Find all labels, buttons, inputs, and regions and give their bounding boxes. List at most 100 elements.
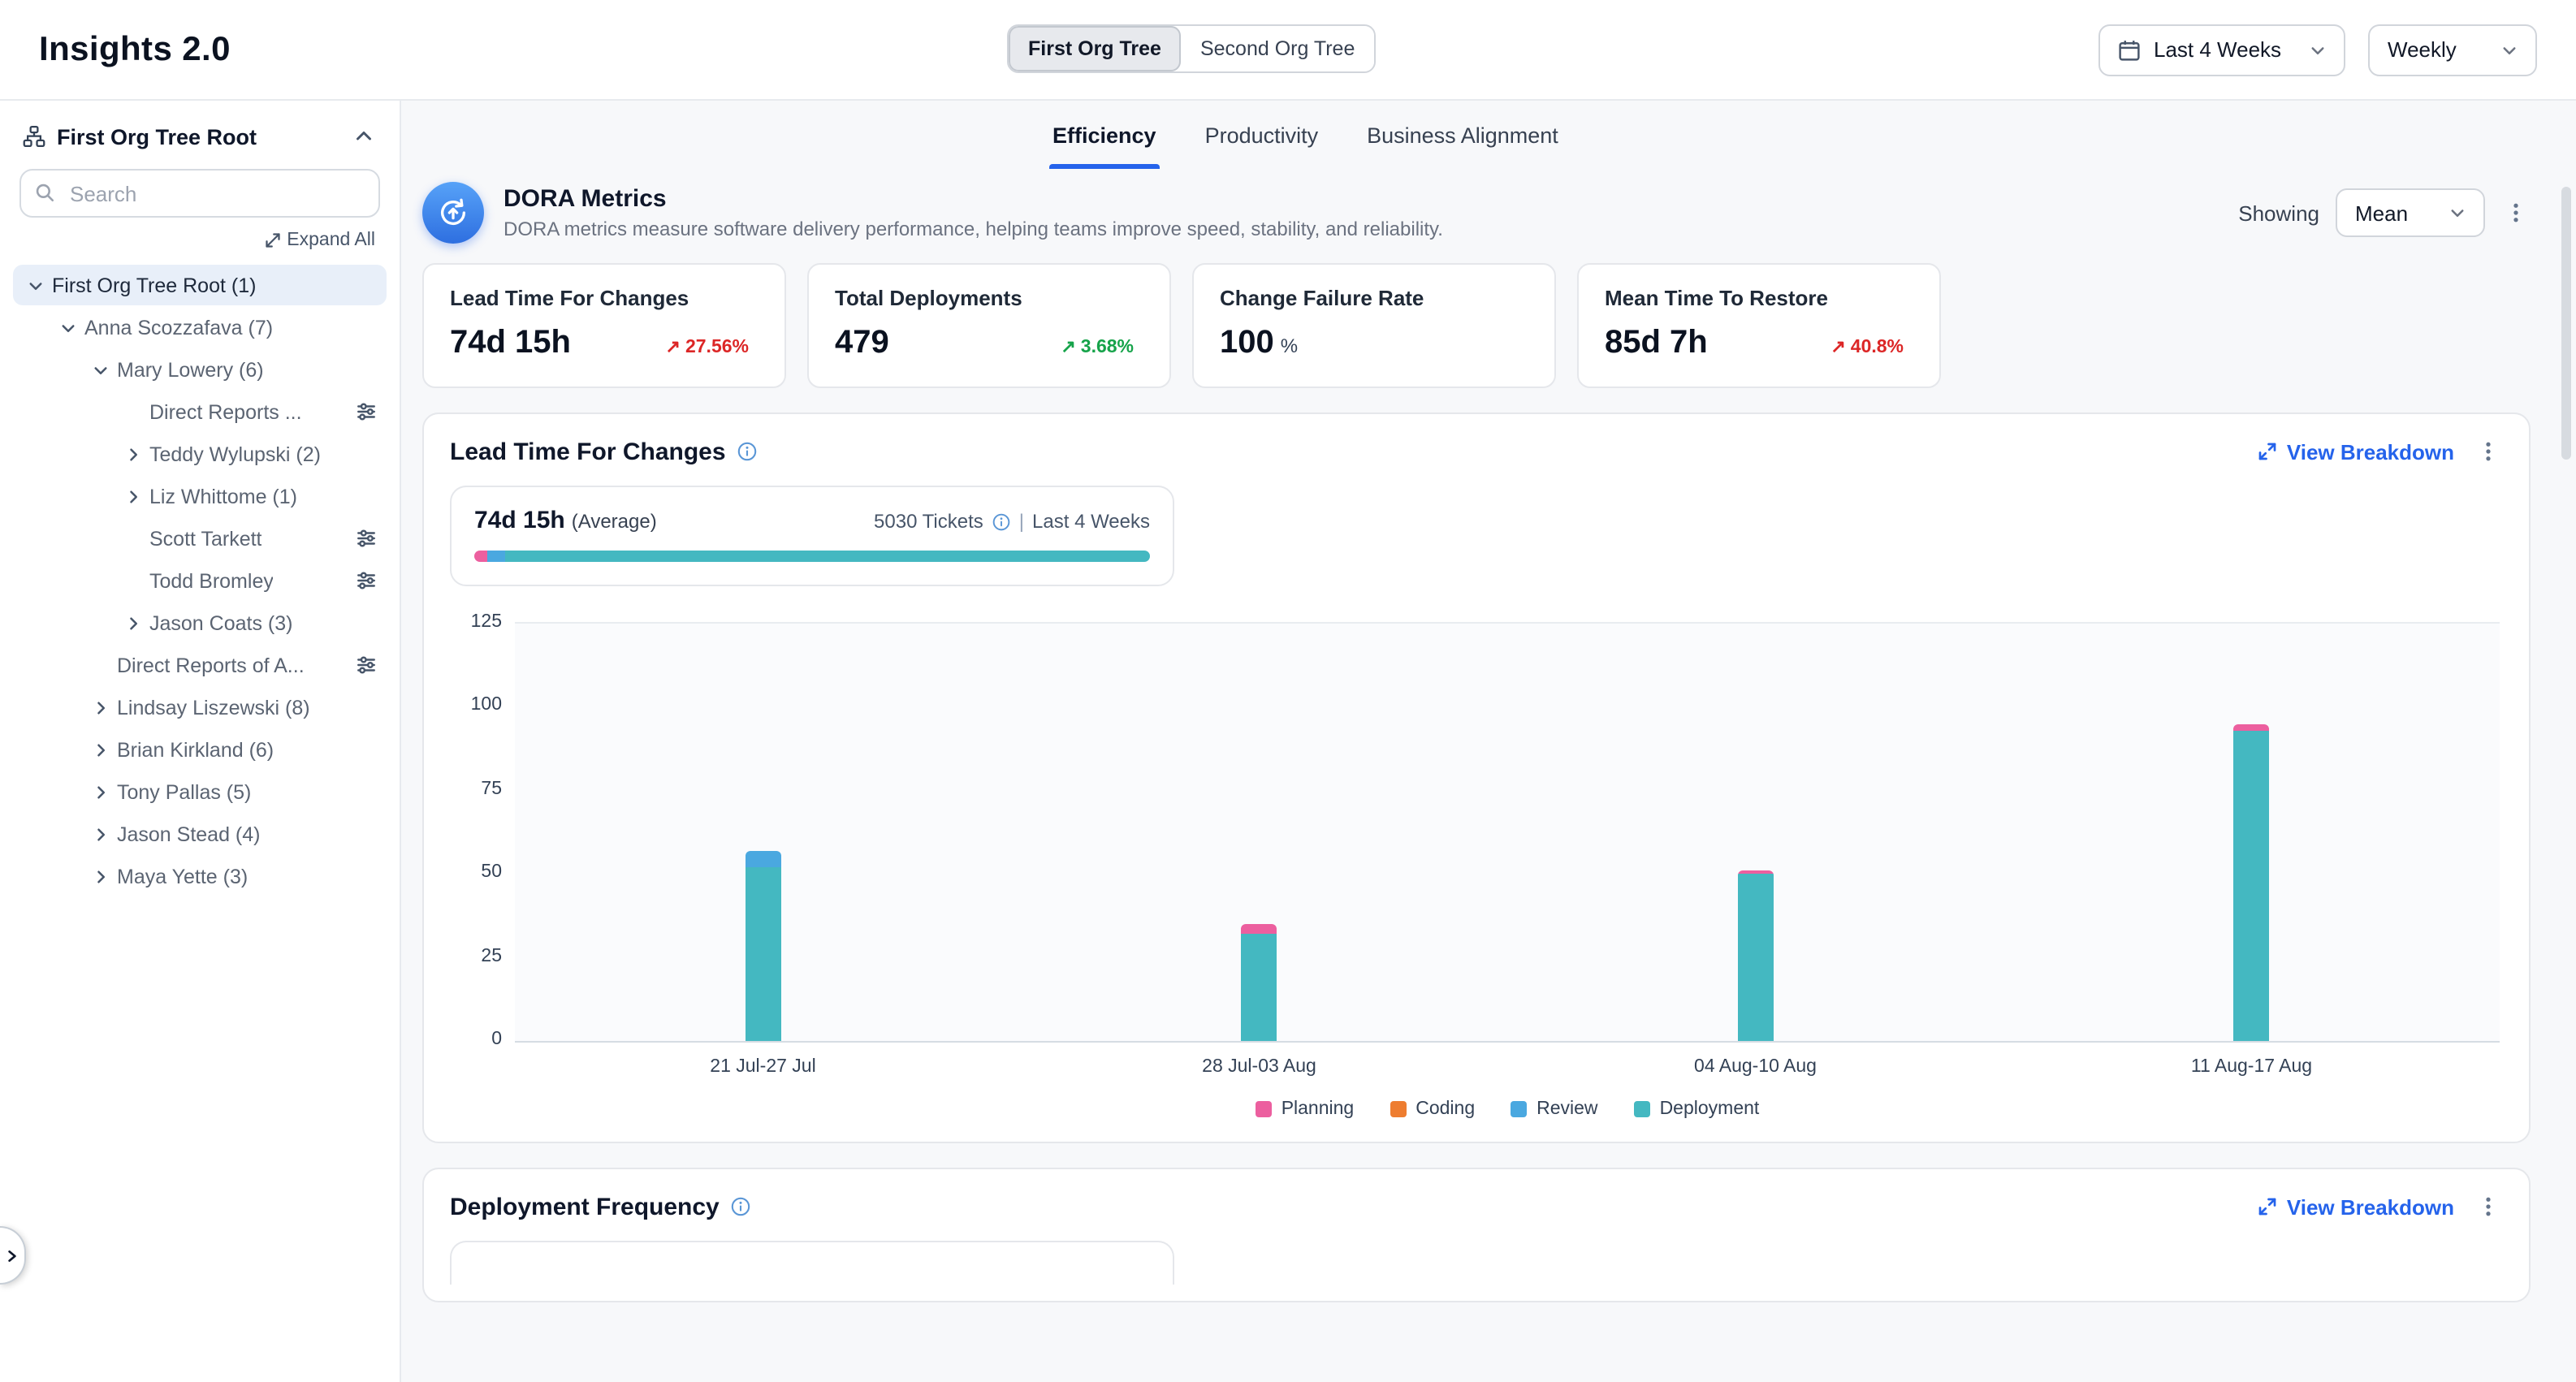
bar-segment-deployment[interactable] [1738,874,1774,1041]
bar-segment-deployment[interactable] [2234,731,2270,1041]
chevron-right-icon[interactable] [88,822,112,846]
topbar-controls: Last 4 Weeks Weekly [2098,24,2537,76]
metric-delta-value: 27.56% [685,338,749,357]
metric-delta: ↗27.56% [666,336,749,357]
search-input[interactable] [19,169,380,218]
tree-item-lindsay-liszewski-8[interactable]: Lindsay Liszewski (8) [13,687,387,728]
search-box [19,169,380,218]
toggle-first-org-tree[interactable]: First Org Tree [1009,26,1181,71]
metric-title: Lead Time For Changes [450,286,759,310]
panel-actions: View Breakdown [2258,1192,2503,1221]
metric-value: 100 [1220,325,1274,362]
kebab-menu-icon[interactable] [2474,437,2503,466]
panel-header: Lead Time For Changes View Breakdown [450,437,2503,466]
legend-swatch [1390,1101,1406,1117]
metric-value: 85d 7h [1605,325,1708,362]
kebab-menu-icon[interactable] [2474,1192,2503,1221]
chevron-right-icon[interactable] [120,484,145,508]
tab-productivity[interactable]: Productivity [1202,101,1322,169]
legend-label: Review [1537,1099,1597,1119]
bar-segment-review[interactable] [746,851,781,868]
tree-item-label: Teddy Wylupski (2) [149,443,321,465]
bar-21-jul-27-jul[interactable] [746,851,781,1041]
view-breakdown-link[interactable]: View Breakdown [2258,1194,2454,1219]
tree-item-brian-kirkland-6[interactable]: Brian Kirkland (6) [13,729,387,770]
chevron-right-icon[interactable] [88,864,112,888]
tab-business-alignment[interactable]: Business Alignment [1364,101,1562,169]
bar-04-aug-10-aug[interactable] [1738,870,1774,1041]
sidebar-collapse-button[interactable] [351,123,377,149]
chevron-right-icon[interactable] [120,611,145,635]
kebab-menu-icon[interactable] [2501,198,2531,227]
page-title: Insights 2.0 [39,30,231,69]
indent-spacer [120,526,145,551]
bar-11-aug-17-aug[interactable] [2234,723,2270,1041]
tab-efficiency[interactable]: Efficiency [1049,101,1160,169]
filter-icon[interactable] [356,401,377,422]
chevron-down-icon [2501,41,2518,58]
filter-icon[interactable] [356,528,377,549]
metric-value: 479 [835,325,889,362]
tree-item-first-org-tree-root-1[interactable]: First Org Tree Root (1) [13,265,387,305]
y-tick-label: 75 [481,780,502,799]
app-window: Insights 2.0 First Org TreeSecond Org Tr… [0,0,2576,1382]
chevron-right-icon[interactable] [120,442,145,466]
expand-icon [2258,442,2277,461]
legend-item-deployment[interactable]: Deployment [1634,1099,1760,1119]
chevron-right-icon[interactable] [88,695,112,719]
legend-item-review[interactable]: Review [1511,1099,1597,1119]
summary-meta: 5030 Tickets | Last 4 Weeks [874,510,1150,533]
bar-segment-planning[interactable] [1242,924,1277,934]
tree-item-todd-bromley[interactable]: Todd Bromley [13,560,387,601]
tree-item-anna-scozzafava-7[interactable]: Anna Scozzafava (7) [13,307,387,348]
tree-item-maya-yette-3[interactable]: Maya Yette (3) [13,856,387,896]
info-icon[interactable] [737,442,757,461]
y-tick-label: 0 [491,1030,502,1049]
tree-item-direct-reports[interactable]: Direct Reports ... [13,391,387,432]
phase-distribution-bar [474,551,1150,562]
bar-segment-deployment[interactable] [1242,934,1277,1041]
trend-up-icon: ↗ [1830,336,1845,357]
legend-item-coding[interactable]: Coding [1390,1099,1475,1119]
chevron-right-icon[interactable] [88,737,112,762]
chevron-down-icon[interactable] [23,273,47,297]
date-range-select[interactable]: Last 4 Weeks [2098,24,2345,76]
info-icon[interactable] [731,1197,750,1216]
granularity-value: Weekly [2388,37,2488,62]
toggle-second-org-tree[interactable]: Second Org Tree [1181,26,1374,71]
info-icon[interactable] [993,512,1011,530]
filter-icon[interactable] [356,654,377,676]
dora-metrics-icon [422,182,484,244]
phase-segment-planning [474,551,488,562]
metric-cards: Lead Time For Changes74d 15h↗27.56%Total… [422,263,2531,388]
tree-item-mary-lowery-6[interactable]: Mary Lowery (6) [13,349,387,390]
aggregation-select[interactable]: Mean [2336,188,2485,237]
granularity-select[interactable]: Weekly [2368,24,2537,76]
chevron-right-icon[interactable] [88,780,112,804]
metric-value-row: 85d 7h ↗40.8% [1605,325,1913,362]
chevron-down-icon[interactable] [88,357,112,382]
tree-item-jason-stead-4[interactable]: Jason Stead (4) [13,814,387,854]
tree-item-label: Maya Yette (3) [117,865,248,888]
bar-28-jul-03-aug[interactable] [1242,924,1277,1041]
tree-item-tony-pallas-5[interactable]: Tony Pallas (5) [13,771,387,812]
tree-item-teddy-wylupski-2[interactable]: Teddy Wylupski (2) [13,434,387,474]
tree-item-jason-coats-3[interactable]: Jason Coats (3) [13,602,387,643]
tree-item-liz-whittome-1[interactable]: Liz Whittome (1) [13,476,387,516]
expand-all-button[interactable]: Expand All [264,231,375,250]
metric-card-mean-time-to-restore: Mean Time To Restore85d 7h↗40.8% [1577,263,1941,388]
panel-title: Deployment Frequency [450,1193,720,1220]
view-breakdown-link[interactable]: View Breakdown [2258,439,2454,464]
tree-item-label: Mary Lowery (6) [117,358,264,381]
tree-item-scott-tarkett[interactable]: Scott Tarkett [13,518,387,559]
chevron-down-icon[interactable] [55,315,80,339]
bar-segment-planning[interactable] [2234,723,2270,730]
legend-item-planning[interactable]: Planning [1256,1099,1355,1119]
tree-item-label: Anna Scozzafava (7) [84,316,273,339]
bar-segment-deployment[interactable] [746,867,781,1041]
filter-icon[interactable] [356,570,377,591]
calendar-icon [2118,38,2141,61]
tree-item-direct-reports-of-a[interactable]: Direct Reports of A... [13,645,387,685]
metric-delta: ↗40.8% [1830,336,1904,357]
scrollbar[interactable] [2561,187,2571,460]
